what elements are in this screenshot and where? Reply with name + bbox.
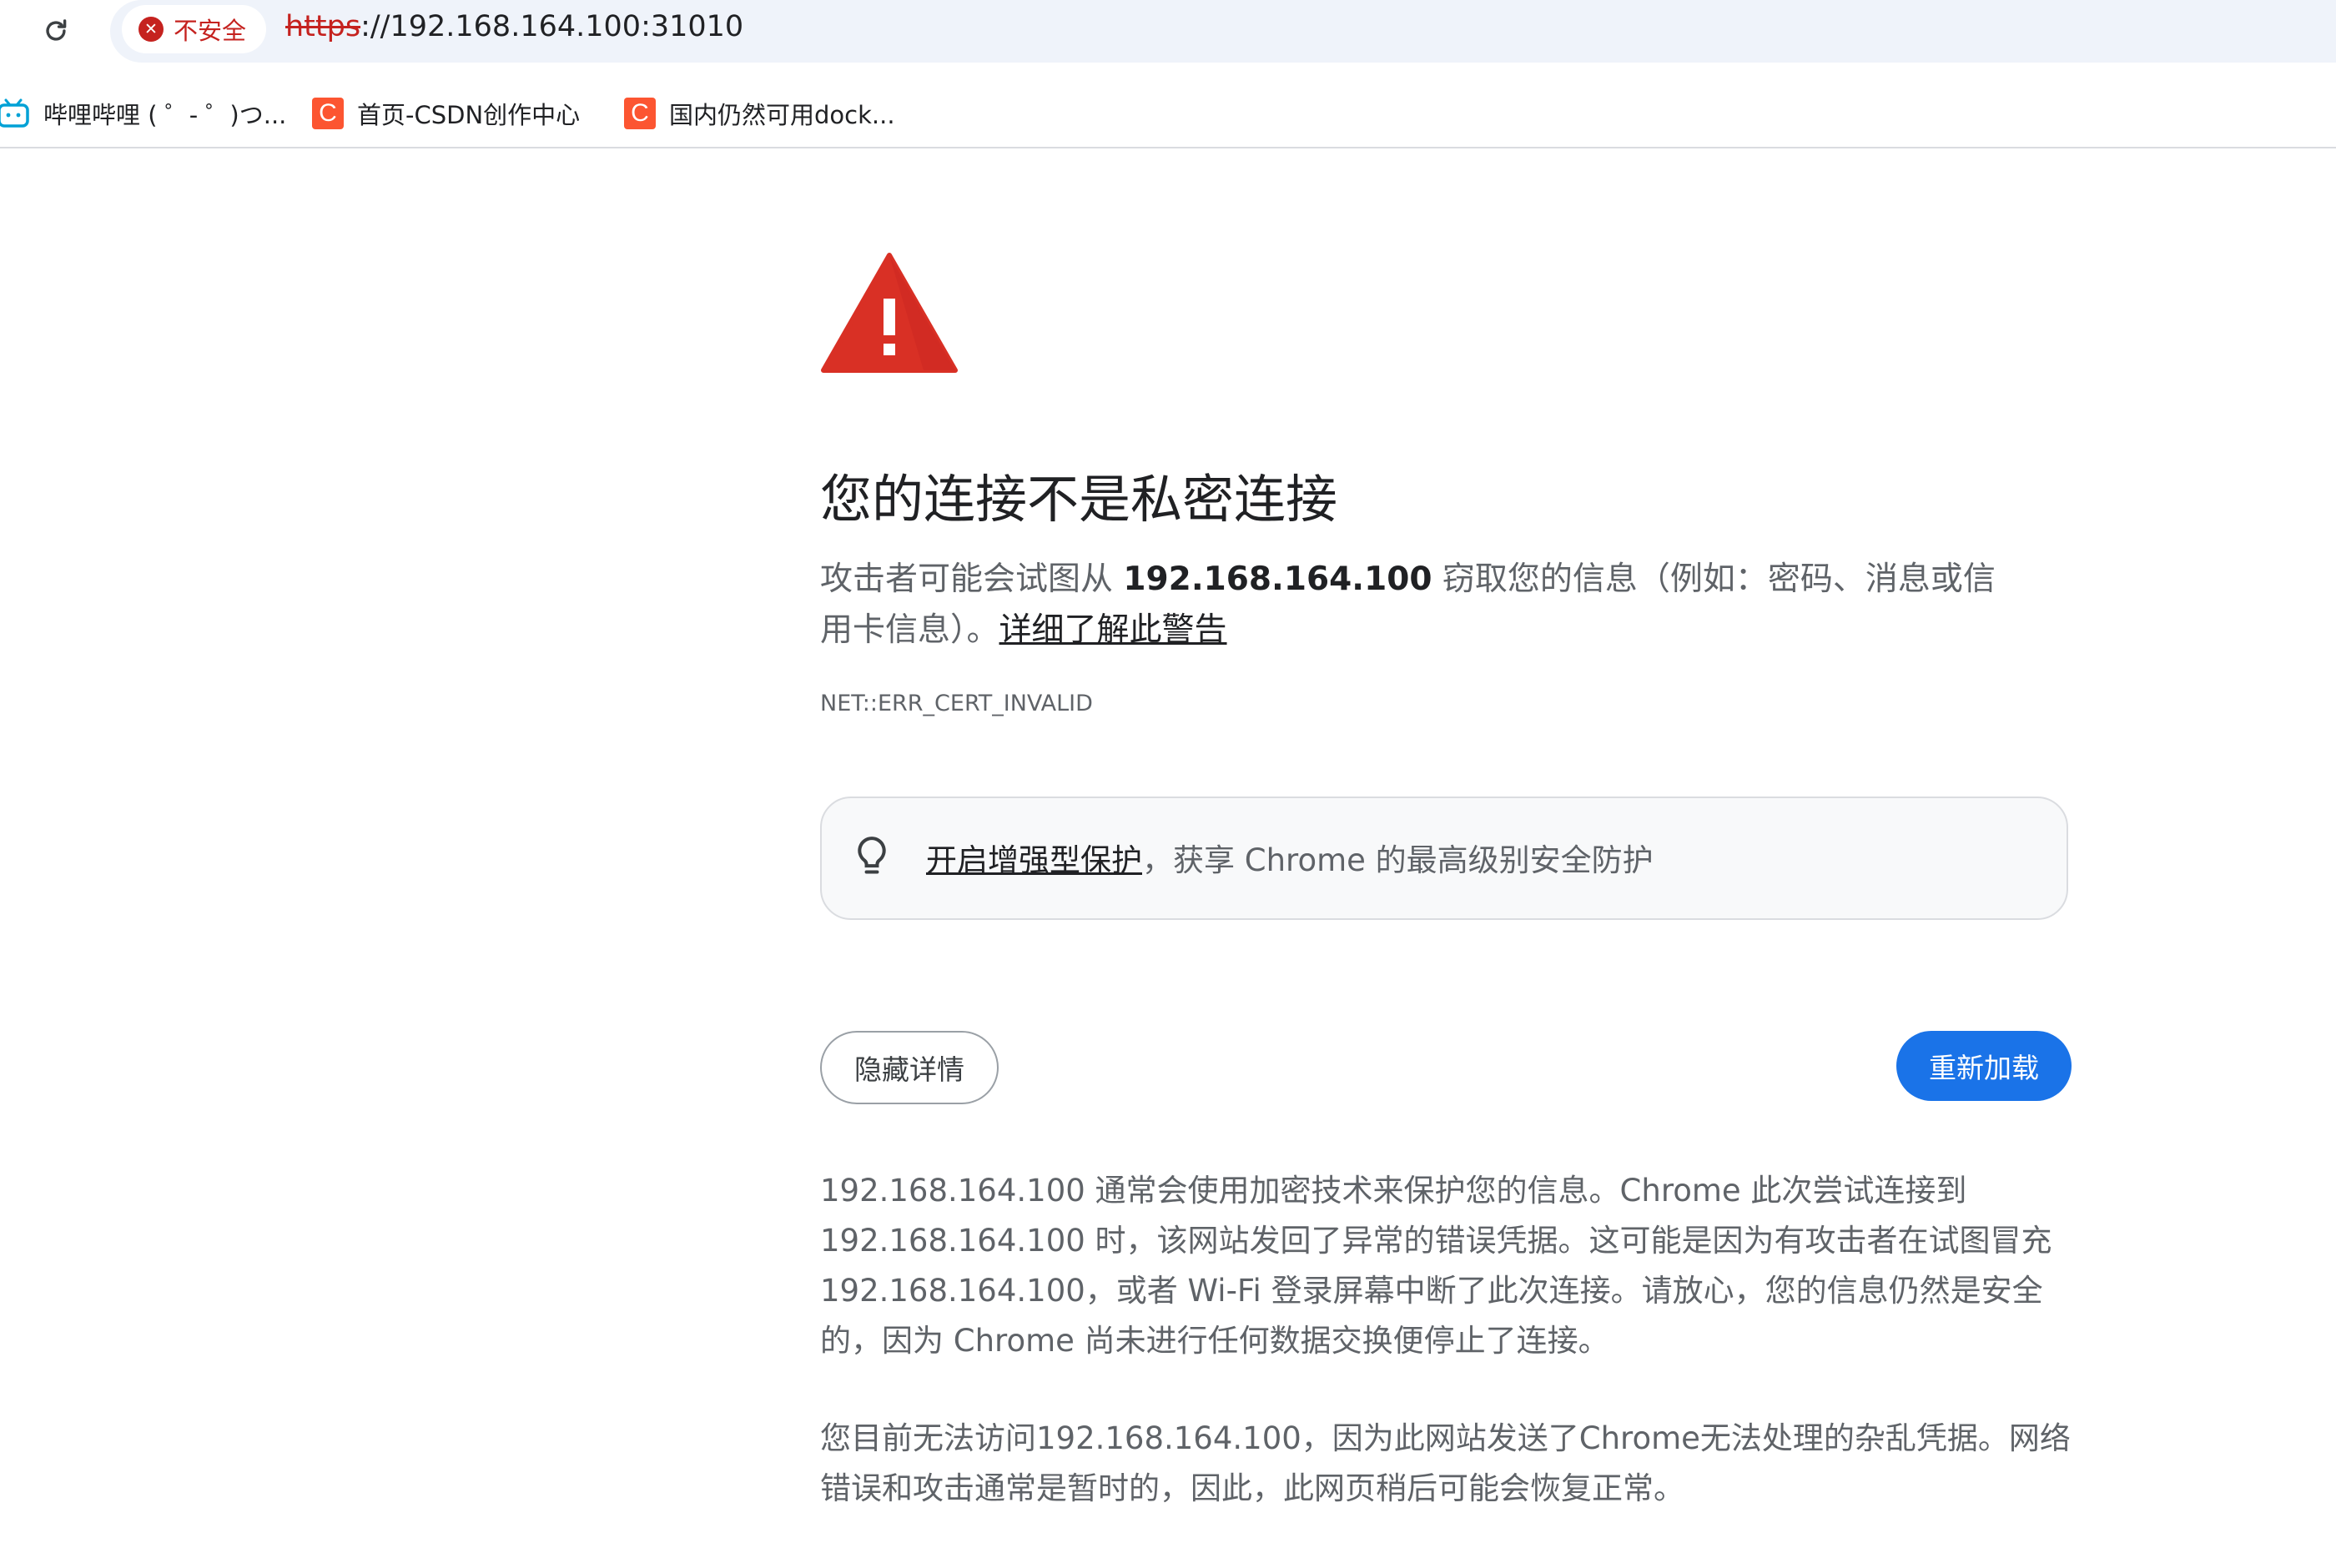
reload-icon[interactable]: [38, 13, 73, 48]
lightbulb-icon: [858, 837, 886, 874]
reload-icon-glyph: [46, 19, 67, 41]
bookmark-csdn-home[interactable]: C 首页-CSDN创作中心: [312, 90, 580, 137]
enhanced-protection-link[interactable]: 开启增强型保护: [926, 842, 1142, 878]
toolbar: ✕ 不安全 https://192.168.164.100:31010: [0, 0, 2336, 63]
learn-more-link[interactable]: 详细了解此警告: [999, 611, 1227, 649]
omnibox[interactable]: ✕ 不安全 https://192.168.164.100:31010: [110, 0, 2336, 63]
csdn-icon: C: [312, 98, 344, 129]
desc-prefix: 攻击者可能会试图从: [820, 560, 1124, 598]
error-code: NET::ERR_CERT_INVALID: [820, 691, 1093, 716]
hide-details-button[interactable]: 隐藏详情: [820, 1031, 999, 1104]
csdn-icon: C: [624, 98, 656, 129]
url-scheme: https: [285, 10, 361, 43]
warning-description: 攻击者可能会试图从 192.168.164.100 窃取您的信息（例如：密码、消…: [820, 554, 2013, 656]
bookmark-bilibili[interactable]: 哔哩哔哩 ( ゜- ゜)つ...: [0, 90, 286, 137]
enhanced-protection-banner: 开启增强型保护，获享 Chrome 的最高级别安全防护: [820, 797, 2068, 920]
bookmark-label: 哔哩哔哩 ( ゜- ゜)つ...: [43, 101, 287, 129]
reload-button[interactable]: 重新加载: [1896, 1031, 2072, 1101]
bilibili-icon: [0, 98, 29, 128]
details-paragraph-2: 您目前无法访问192.168.164.100，因为此网站发送了Chrome无法处…: [820, 1420, 2071, 1506]
page-title: 您的连接不是私密连接: [820, 469, 1338, 530]
enhanced-protection-text: 开启增强型保护，获享 Chrome 的最高级别安全防护: [926, 835, 1654, 880]
warning-icon: [821, 253, 958, 373]
not-secure-icon: ✕: [138, 17, 164, 42]
bookmark-label: 国内仍然可用dock...: [669, 101, 895, 129]
desc-host: 192.168.164.100: [1123, 560, 1432, 598]
enhanced-protection-rest: ，获享 Chrome 的最高级别安全防护: [1142, 842, 1654, 878]
url-text[interactable]: https://192.168.164.100:31010: [285, 10, 743, 43]
security-label: 不安全: [174, 17, 247, 45]
bookmark-docker[interactable]: C 国内仍然可用dock...: [624, 90, 895, 137]
url-host: ://192.168.164.100:31010: [360, 10, 744, 43]
bookmarks-bar: 哔哩哔哩 ( ゜- ゜)つ... C 首页-CSDN创作中心 C 国内仍然可用d…: [0, 82, 2336, 148]
bookmark-label: 首页-CSDN创作中心: [357, 101, 581, 129]
security-chip[interactable]: ✕ 不安全: [122, 5, 267, 53]
details-paragraph-1: 192.168.164.100 通常会使用加密技术来保护您的信息。Chrome …: [820, 1173, 2052, 1359]
